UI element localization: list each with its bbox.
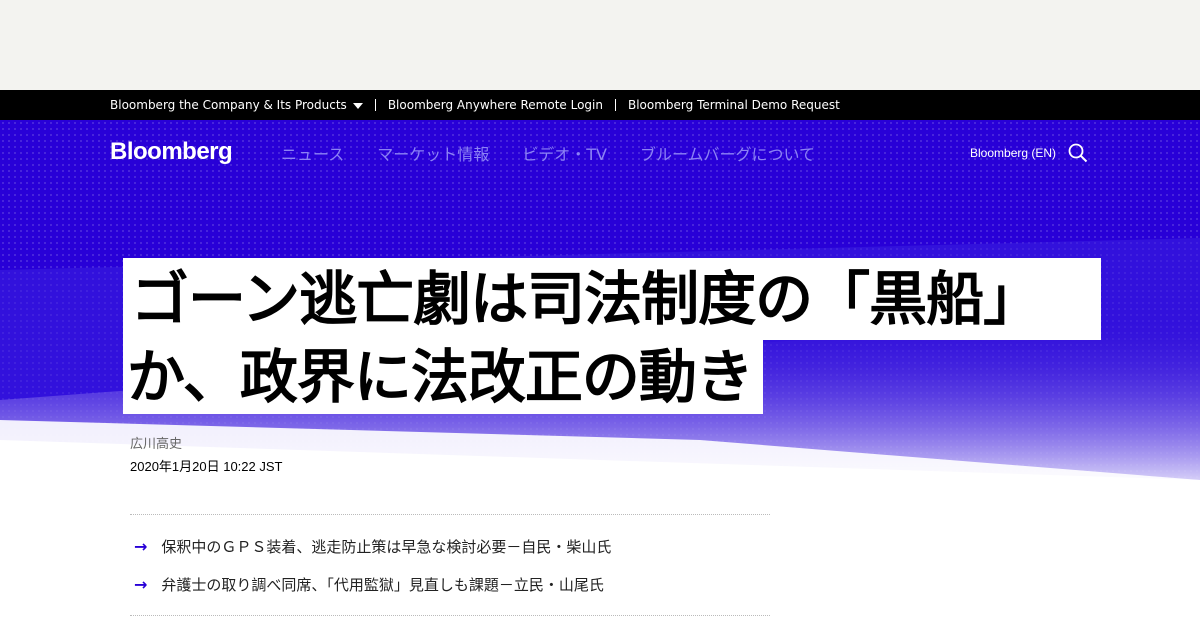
- abstract-text: 弁護士の取り調べ同席、「代用監獄」見直しも課題－立民・山尾氏: [161, 576, 604, 594]
- company-products-label: Bloomberg the Company & Its Products: [110, 98, 347, 112]
- main-nav: ニュース マーケット情報 ビデオ・TV ブルームバーグについて: [281, 141, 848, 165]
- bloomberg-logo[interactable]: Bloomberg: [110, 138, 233, 166]
- ad-banner-area: [0, 0, 1200, 90]
- abstract-item: → 弁護士の取り調べ同席、「代用監獄」見直しも課題－立民・山尾氏: [134, 574, 604, 595]
- utility-divider: [614, 99, 616, 111]
- abstract-item: → 保釈中のＧＰＳ装着、逃走防止策は早急な検討必要－自民・柴山氏: [134, 536, 611, 557]
- nav-video-tv[interactable]: ビデオ・TV: [522, 141, 607, 165]
- arrow-right-icon: →: [134, 575, 148, 594]
- author-link[interactable]: 広川高史: [130, 433, 182, 452]
- company-products-menu[interactable]: Bloomberg the Company & Its Products: [110, 98, 363, 112]
- terminal-demo-link[interactable]: Bloomberg Terminal Demo Request: [628, 98, 840, 112]
- abstract-text: 保釈中のＧＰＳ装着、逃走防止策は早急な検討必要－自民・柴山氏: [161, 538, 612, 556]
- english-site-link[interactable]: Bloomberg (EN): [970, 146, 1056, 160]
- nav-about[interactable]: ブルームバーグについて: [640, 141, 815, 165]
- search-icon[interactable]: [1068, 143, 1088, 163]
- headline-line-1: ゴーン逃亡劇は司法制度の「黒船」: [123, 258, 1101, 340]
- headline-line-2: か、政界に法改正の動き: [123, 340, 763, 414]
- remote-login-link[interactable]: Bloomberg Anywhere Remote Login: [388, 98, 603, 112]
- nav-markets[interactable]: マーケット情報: [377, 141, 489, 165]
- arrow-right-icon: →: [134, 537, 148, 556]
- caret-down-icon: [352, 102, 363, 109]
- publish-date: 2020年1月20日 10:22 JST: [130, 459, 283, 474]
- nav-news[interactable]: ニュース: [281, 141, 344, 165]
- utility-bar: Bloomberg the Company & Its Products Blo…: [0, 90, 1200, 120]
- utility-divider: [374, 99, 376, 111]
- nav-right: Bloomberg (EN): [970, 143, 1088, 163]
- article-abstract: → 保釈中のＧＰＳ装着、逃走防止策は早急な検討必要－自民・柴山氏 → 弁護士の取…: [130, 514, 770, 616]
